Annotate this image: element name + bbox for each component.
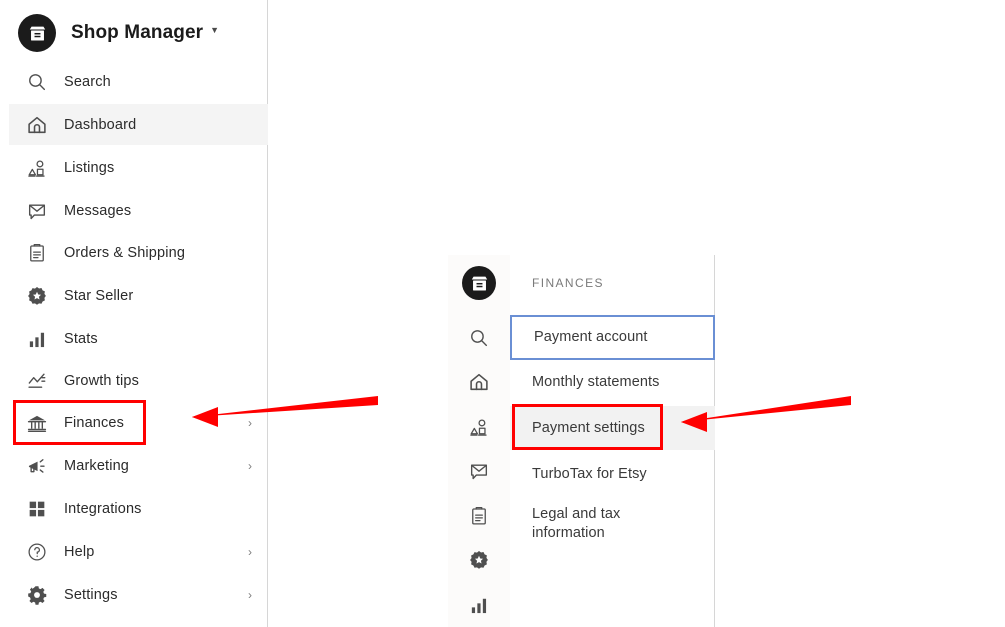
chevron-right-icon: › [248,546,252,558]
sidebar-item-label: Marketing [64,458,129,474]
sidebar-item-label: Star Seller [64,288,133,304]
sidebar-item-finances[interactable]: Finances › [9,402,268,443]
shop-manager-brand[interactable]: Shop Manager ▼ [0,12,268,54]
sidebar-item-label: Finances [64,415,124,431]
sidebar-item-listings[interactable]: Listings [9,147,268,188]
star-badge-icon[interactable] [462,543,496,577]
flyout-item-payment-settings[interactable]: Payment settings [510,406,715,450]
sidebar-item-label: Dashboard [64,117,136,133]
sidebar-item-label: Orders & Shipping [64,245,185,261]
chevron-right-icon: › [248,417,252,429]
megaphone-icon [24,453,50,479]
search-icon[interactable] [462,321,496,355]
gear-icon [24,582,50,608]
sidebar-item-label: Settings [64,587,118,603]
sidebar-item-settings[interactable]: Settings › [9,574,268,615]
sidebar-item-dashboard[interactable]: Dashboard [9,104,268,145]
flyout-item-label: Payment account [534,328,648,347]
flyout-item-label: Payment settings [532,419,645,438]
clipboard-icon [24,240,50,266]
chevron-right-icon: › [248,460,252,472]
flyout-item-legal-and-tax-information[interactable]: Legal and tax information [510,498,715,550]
sidebar-item-marketing[interactable]: Marketing › [9,445,268,486]
shop-manager-title: Shop Manager [71,22,203,44]
sidebar-item-orders-shipping[interactable]: Orders & Shipping [9,232,268,273]
sidebar-item-label: Listings [64,160,114,176]
flyout-icon-rail [448,255,510,627]
flyout-item-label: Monthly statements [532,373,660,392]
sidebar-item-integrations[interactable]: Integrations [9,488,268,529]
envelope-icon [24,198,50,224]
sidebar-item-growth-tips[interactable]: Growth tips [9,360,268,401]
bar-chart-icon[interactable] [462,588,496,622]
home-icon [24,112,50,138]
caret-down-icon[interactable]: ▼ [210,26,219,35]
listings-icon[interactable] [462,410,496,444]
sidebar-item-label: Stats [64,331,98,347]
star-badge-icon [24,283,50,309]
bar-chart-icon [24,326,50,352]
flyout-item-turbotax-for-etsy[interactable]: TurboTax for Etsy [510,457,715,491]
sidebar-item-label: Messages [64,203,131,219]
flyout-item-monthly-statements[interactable]: Monthly statements [510,365,715,399]
etsy-shop-logo-icon[interactable] [462,266,496,300]
primary-sidebar: Shop Manager ▼ Search Dashboard Listings Me… [0,0,268,627]
sidebar-item-help[interactable]: Help › [9,531,268,572]
sidebar-item-star-seller[interactable]: Star Seller [9,275,268,316]
etsy-shop-logo-icon [18,14,56,52]
sidebar-item-label: Growth tips [64,373,139,389]
grid-squares-icon [24,496,50,522]
sidebar-item-label: Integrations [64,501,142,517]
sidebar-item-label: Search [64,74,111,90]
sidebar-item-messages[interactable]: Messages [9,190,268,231]
bank-icon [24,410,50,436]
flyout-heading-finances: FINANCES [532,276,604,290]
question-mark-icon [24,539,50,565]
flyout-item-payment-account[interactable]: Payment account [510,315,715,360]
finances-flyout-panel: FINANCES Payment account Monthly statemen… [448,255,715,627]
growth-tips-icon [24,368,50,394]
flyout-item-label: TurboTax for Etsy [532,465,647,484]
flyout-item-label: Legal and tax information [532,505,620,543]
sidebar-item-label: Help [64,544,94,560]
listings-icon [24,155,50,181]
flyout-content: FINANCES Payment account Monthly statemen… [510,255,715,627]
sidebar-item-search[interactable]: Search [9,61,268,102]
sidebar-item-stats[interactable]: Stats [9,318,268,359]
home-icon[interactable] [462,365,496,399]
clipboard-icon[interactable] [462,499,496,533]
chevron-right-icon: › [248,589,252,601]
search-icon [24,69,50,95]
envelope-icon[interactable] [462,454,496,488]
